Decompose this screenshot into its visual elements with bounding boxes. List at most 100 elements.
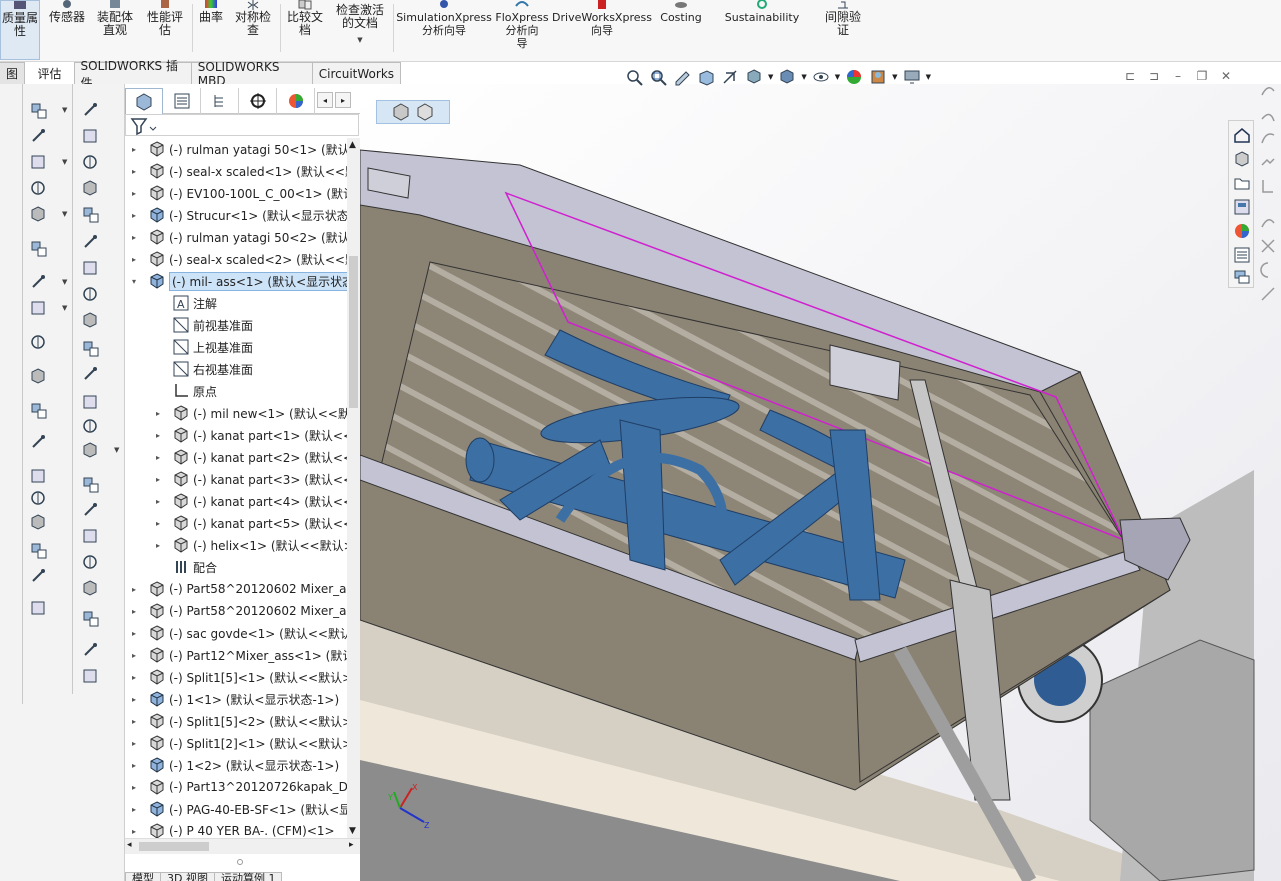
previous-view-icon[interactable] (672, 67, 692, 87)
view-orientation-widget[interactable] (376, 100, 450, 124)
performance-evaluation-button[interactable]: 性能评 估 (142, 0, 188, 60)
tools-column-a-icon[interactable] (28, 598, 48, 618)
tools-column-a-icon[interactable] (28, 566, 48, 586)
tools-column-b-icon[interactable] (80, 178, 100, 198)
tools-column-b-icon[interactable] (80, 258, 100, 278)
expand-arrow-icon[interactable]: ▸ (153, 541, 163, 550)
expand-arrow-icon[interactable]: ▸ (129, 189, 139, 198)
display-style-icon[interactable] (777, 67, 797, 87)
tree-row[interactable]: A 注解 (125, 292, 347, 314)
tree-row[interactable]: ▸ (-) Split1[2]<1> (默认<<默认>_显示状态 1>) (125, 732, 347, 754)
scroll-up-icon[interactable]: ▲ (349, 140, 356, 150)
curvature-button[interactable]: 曲率 (194, 0, 228, 60)
appearances-icon[interactable] (1232, 221, 1252, 241)
expand-arrow-icon[interactable]: ▸ (129, 695, 139, 704)
apply-scene-dropdown[interactable]: ▼ (892, 73, 897, 81)
dropdown-arrow-icon[interactable]: ▼ (62, 158, 67, 166)
zoom-to-area-icon[interactable] (648, 67, 668, 87)
expand-arrow-icon[interactable]: ▸ (153, 519, 163, 528)
expand-arrow-icon[interactable]: ▸ (129, 145, 139, 154)
expand-arrow-icon[interactable]: ▸ (129, 585, 139, 594)
tools-column-a-icon[interactable] (28, 178, 48, 198)
dropdown-arrow-icon[interactable]: ▼ (114, 446, 119, 454)
tab-scroll-left[interactable]: ◂ (317, 92, 333, 108)
tools-column-a-icon[interactable] (28, 366, 48, 386)
tree-row[interactable]: ▸ (-) Part12^Mixer_ass<1> (默认<<默认>_显示状态 1… (125, 644, 347, 666)
solidworks-resources-icon[interactable] (1232, 125, 1252, 145)
tab-featuremanager[interactable] (125, 88, 163, 114)
tree-row[interactable]: ▸ (-) helix<1> (默认<<默认>_显示状态 1>) (125, 534, 347, 556)
tree-row[interactable]: ▸ (-) kanat part<2> (默认<<默认>_显示状态 1>) (125, 446, 347, 468)
expand-arrow-icon[interactable]: ▸ (129, 233, 139, 242)
tree-row[interactable]: ▸ (-) 1<2> (默认<显示状态-1>) (125, 754, 347, 776)
tab-propertymanager[interactable] (163, 88, 201, 114)
expand-arrow-icon[interactable]: ▸ (129, 805, 139, 814)
compare-documents-button[interactable]: 比较文 档 (282, 0, 328, 60)
dropdown-arrow-icon[interactable]: ▼ (357, 34, 362, 47)
tools-column-b-icon[interactable] (80, 310, 100, 330)
tools-column-b-icon[interactable] (80, 364, 100, 384)
tree-row[interactable]: 前视基准面 (125, 314, 347, 336)
tab-solidworks-addins[interactable]: SOLIDWORKS 插件 (73, 59, 192, 90)
scroll-down-icon[interactable]: ▼ (349, 826, 356, 836)
expand-arrow-icon[interactable]: ▸ (153, 409, 163, 418)
tree-vertical-scrollbar[interactable]: ▲ ▼ (347, 138, 360, 840)
tools-column-a-icon[interactable] (28, 432, 48, 452)
display-style-dropdown[interactable]: ▼ (801, 73, 806, 81)
expand-arrow-icon[interactable]: ▸ (153, 497, 163, 506)
tab-partial[interactable]: 图 (0, 62, 26, 84)
dropdown-arrow-icon[interactable]: ▼ (62, 106, 67, 114)
tab-circuitworks[interactable]: CircuitWorks (311, 62, 402, 84)
collapse-arrow-icon[interactable]: ▾ (129, 277, 139, 286)
tree-row[interactable]: 原点 (125, 380, 347, 402)
tree-row[interactable]: ▸ (-) Strucur<1> (默认<显示状态-1>) (125, 204, 347, 226)
expand-arrow-icon[interactable]: ▸ (129, 717, 139, 726)
hide-show-items-icon[interactable] (811, 67, 831, 87)
expand-arrow-icon[interactable]: ▸ (129, 673, 139, 682)
tools-column-b-icon[interactable] (80, 666, 100, 686)
tree-row[interactable]: ▸ (-) 1<1> (默认<显示状态-1>) (125, 688, 347, 710)
tab-configurationmanager[interactable] (201, 88, 239, 114)
tools-column-b-icon[interactable] (80, 284, 100, 304)
tools-column-a-icon[interactable] (28, 238, 48, 258)
tools-column-a-icon[interactable] (28, 466, 48, 486)
apply-scene-icon[interactable] (868, 67, 888, 87)
tools-column-a-icon[interactable] (28, 512, 48, 532)
tab-solidworks-mbd[interactable]: SOLIDWORKS MBD (190, 60, 313, 88)
expand-arrow-icon[interactable]: ▸ (129, 739, 139, 748)
tools-column-b-icon[interactable] (80, 204, 100, 224)
driveworksxpress-button[interactable]: DriveWorksXpress 向导 (552, 0, 652, 60)
ink-tool-3-icon[interactable] (1258, 128, 1278, 148)
floxpress-button[interactable]: FloXpress 分析向 导 (494, 0, 550, 60)
minimize-icon[interactable]: – (1170, 68, 1186, 84)
tools-column-a-icon[interactable] (28, 400, 48, 420)
restore-down-icon[interactable]: ⊏ (1122, 68, 1138, 84)
check-active-document-button[interactable]: 检查激活 的文档 ▼ (330, 0, 390, 60)
tile-icon[interactable]: ⊐ (1146, 68, 1162, 84)
tab-3d-view[interactable]: 3D 视图 (160, 872, 215, 881)
expand-arrow-icon[interactable]: ▸ (153, 453, 163, 462)
assembly-visualization-button[interactable]: 装配体 直观 (92, 0, 138, 60)
tab-scroll-right[interactable]: ▸ (335, 92, 351, 108)
expand-arrow-icon[interactable]: ▸ (129, 651, 139, 660)
tree-row[interactable]: ▸ (-) seal-x scaled<1> (默认<<默认>_显示状态 1>) (125, 160, 347, 182)
tools-column-b-icon[interactable] (80, 416, 100, 436)
tools-column-b-icon[interactable] (80, 608, 100, 628)
tab-dimxpert[interactable] (239, 88, 277, 114)
tab-motion-study[interactable]: 运动算例 1 (213, 872, 283, 881)
ink-tool-1-icon[interactable] (1258, 80, 1278, 100)
section-view-icon[interactable] (696, 67, 716, 87)
mass-properties-button[interactable]: 质量属 性 (0, 0, 40, 60)
tree-row[interactable]: ▸ (-) Part13^20120726kapak_Deneme (125, 776, 347, 798)
tools-column-a-icon[interactable] (28, 332, 48, 352)
tools-column-a-icon[interactable] (28, 298, 48, 318)
view-orientation-dropdown[interactable]: ▼ (768, 73, 773, 81)
tab-evaluate[interactable]: 评估 (24, 62, 74, 84)
tools-column-a-icon[interactable] (28, 540, 48, 560)
maximize-icon[interactable]: ❐ (1194, 68, 1210, 84)
costing-button[interactable]: Costing (656, 0, 706, 60)
tree-row[interactable]: 右视基准面 (125, 358, 347, 380)
filter-icon[interactable] (130, 116, 158, 136)
scroll-thumb[interactable] (349, 256, 358, 408)
ink-tool-9-icon[interactable] (1258, 284, 1278, 304)
